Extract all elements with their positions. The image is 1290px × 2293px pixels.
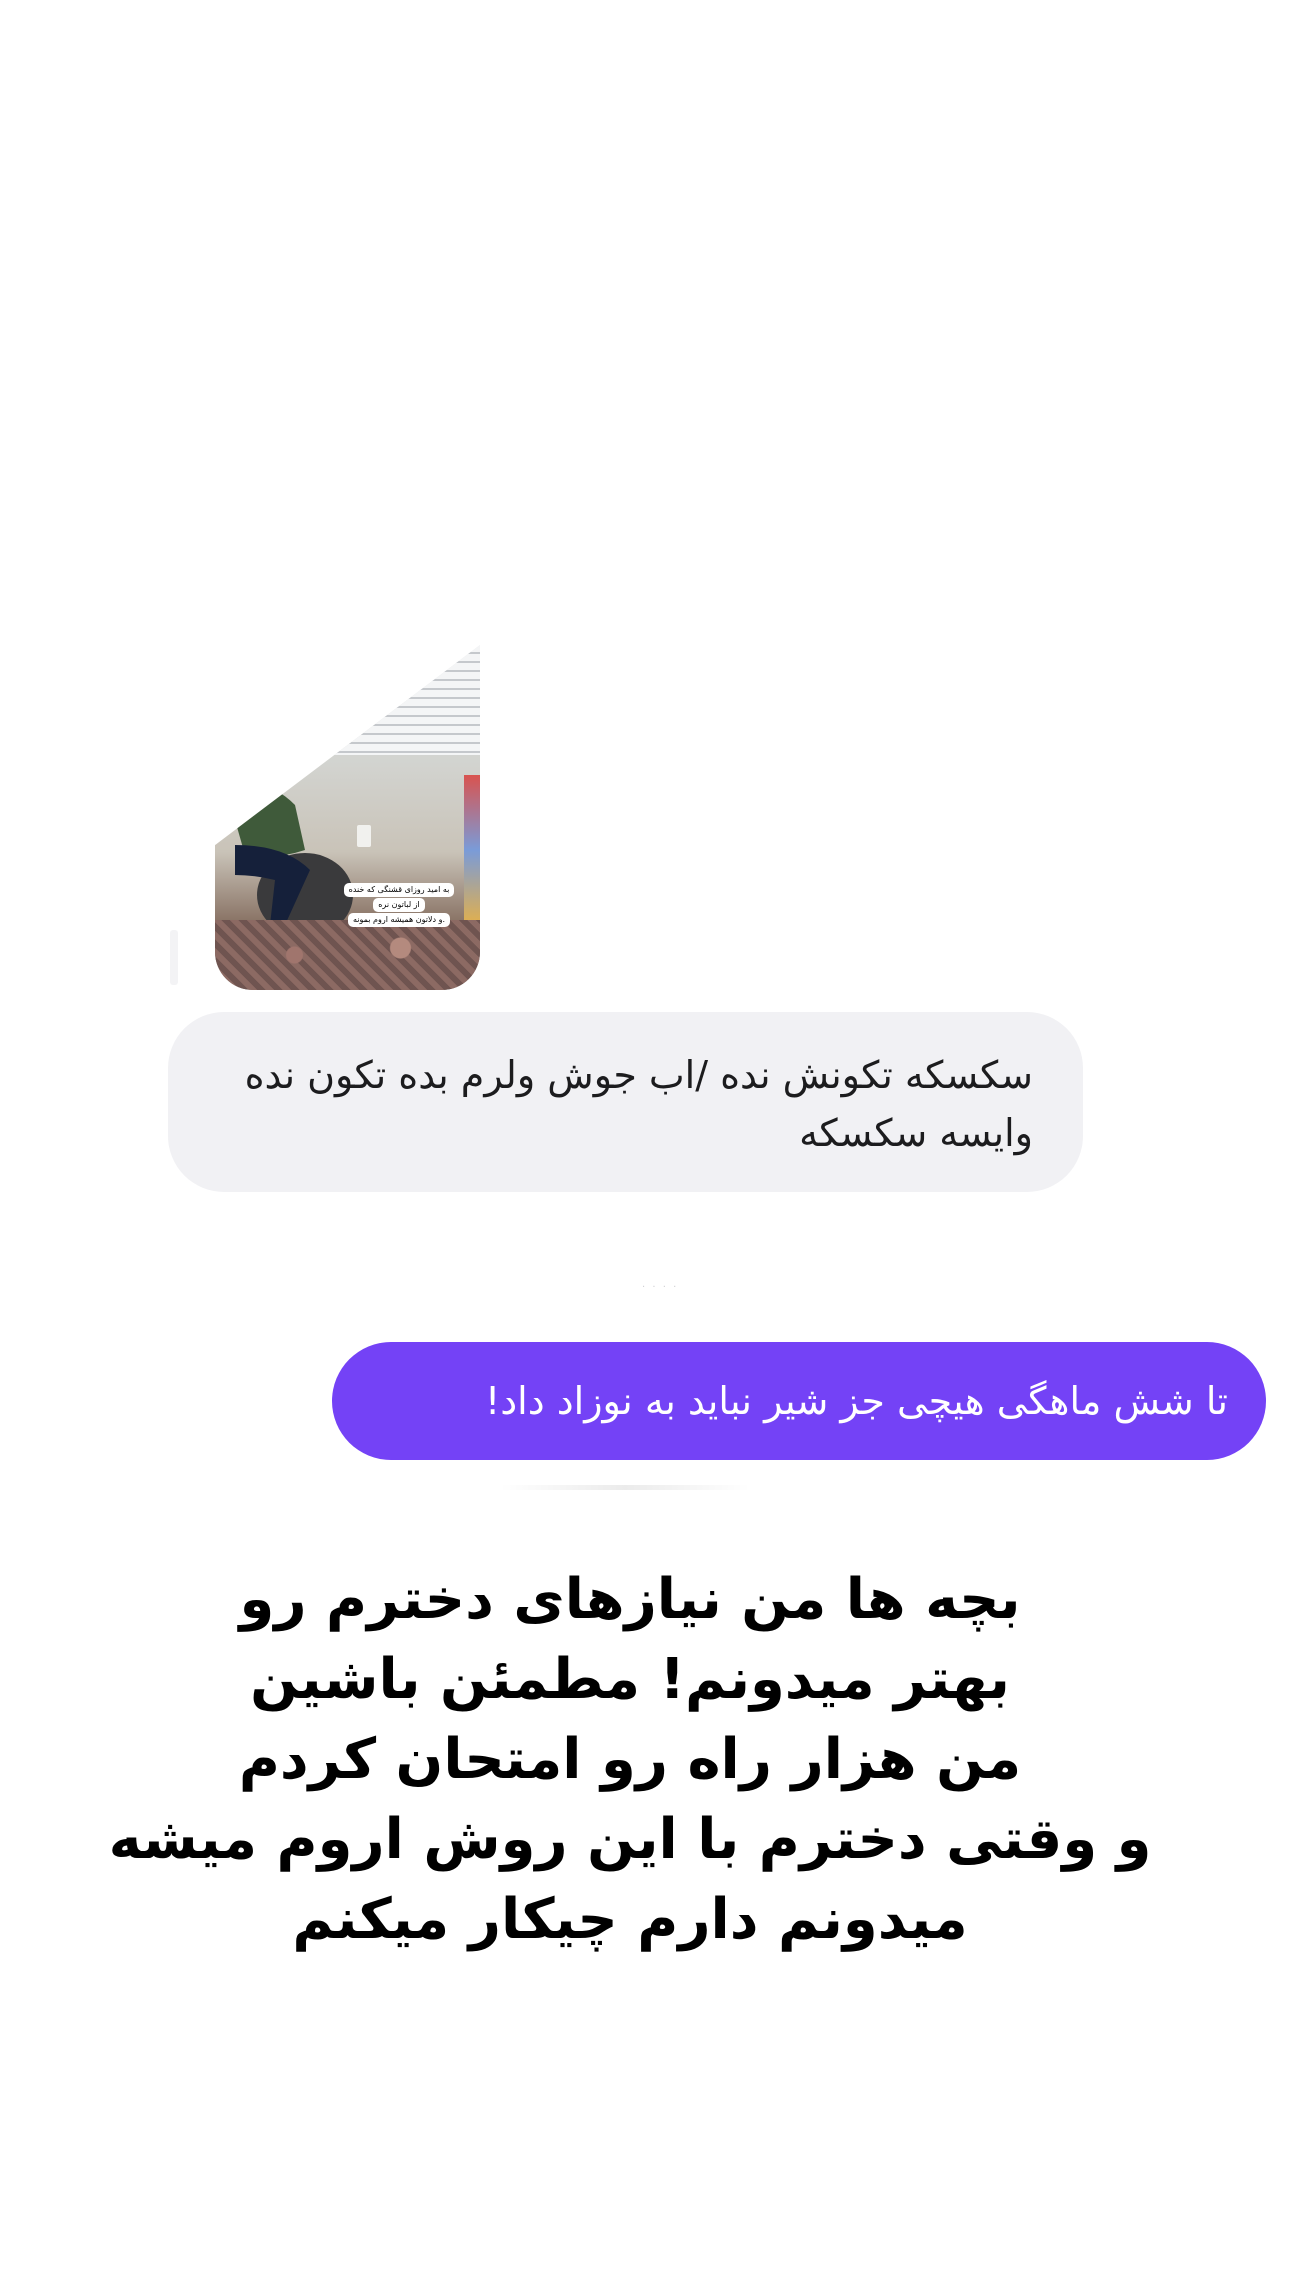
received-message-bubble[interactable]: سکسکه تکونش نده /اب جوش ولرم بده تکون ند… <box>168 1012 1083 1192</box>
typing-dots: · · · · <box>642 1282 679 1293</box>
media-caption-line: و دلاتون همیشه اروم بمونه. <box>347 913 451 927</box>
bubble-shadow-divider <box>500 1485 750 1490</box>
shared-media-preview[interactable]: به امید روزای قشنگی که خنده از لباتون نر… <box>215 645 480 990</box>
overlay-caption-line: میدونم دارم چیکار میکنم <box>292 1887 968 1952</box>
wall-outlet <box>357 825 371 847</box>
media-caption: به امید روزای قشنگی که خنده از لباتون نر… <box>323 883 475 928</box>
overlay-caption-line: من هزار راه رو امتحان کردم <box>238 1727 1022 1792</box>
media-caption-line: به امید روزای قشنگی که خنده <box>343 883 455 897</box>
story-overlay-caption: بچه ها من نیازهای دخترم رو بهتر میدونم! … <box>100 1560 1160 1960</box>
reply-indicator <box>170 930 178 985</box>
overlay-caption-line: بهتر میدونم! مطمئن باشین <box>250 1647 1010 1712</box>
received-message-text: سکسکه تکونش نده /اب جوش ولرم بده تکون ند… <box>244 1053 1033 1155</box>
sent-message-text: تا شش ماهگی هیچی جز شیر نباید به نوزاد د… <box>485 1379 1228 1423</box>
overlay-caption-line: بچه ها من نیازهای دخترم رو <box>239 1567 1021 1632</box>
overlay-caption-line: و وقتی دخترم با این روش اروم میشه <box>108 1807 1152 1872</box>
sent-message-bubble[interactable]: تا شش ماهگی هیچی جز شیر نباید به نوزاد د… <box>332 1342 1266 1460</box>
media-caption-line: از لباتون نره <box>373 898 425 912</box>
window-blinds <box>215 645 480 755</box>
patterned-rug <box>215 920 480 990</box>
